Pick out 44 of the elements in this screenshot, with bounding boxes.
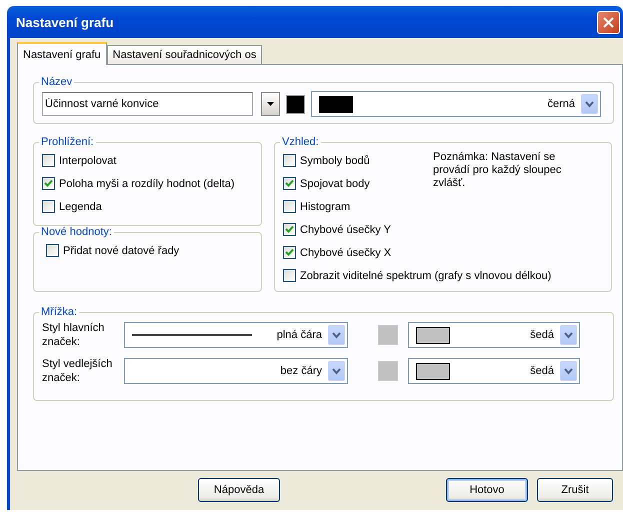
dropdown-icon[interactable]: [261, 92, 280, 116]
checkbox-label: Spojovat body: [300, 178, 370, 190]
checkbox[interactable]: [283, 177, 296, 190]
group-title: Prohlížení:: [40, 136, 95, 148]
group-title: Nové hodnoty:: [40, 226, 113, 238]
checkbox[interactable]: [283, 246, 296, 259]
color-button[interactable]: [286, 94, 305, 114]
checkbox[interactable]: [42, 200, 55, 213]
checkbox[interactable]: [42, 177, 55, 190]
checkbox[interactable]: [42, 154, 55, 167]
checkbox-label: Chybové úsečky Y: [300, 224, 391, 236]
line-style-dropdown[interactable]: plná čára: [124, 322, 348, 348]
checkbox[interactable]: [283, 200, 296, 213]
note-text: Poznámka: Nastavení se provádí pro každý sloupec zvlášť.: [433, 151, 562, 191]
color-button[interactable]: [378, 325, 398, 345]
checkbox-label: Poloha myši a rozdíly hodnot (delta): [59, 178, 234, 190]
tab[interactable]: Nastavení grafu: [17, 42, 107, 65]
checkbox-label: Zobrazit viditelné spektrum (grafy s vlnovou délkou): [300, 270, 552, 282]
group-title: Mřížka:: [40, 306, 78, 318]
color-dropdown[interactable]: šedá: [408, 322, 580, 348]
checkbox[interactable]: [46, 244, 59, 257]
color-button[interactable]: [378, 361, 398, 381]
row-label: Styl vedlejších značek:: [42, 357, 114, 385]
dialog-button[interactable]: Zrušit: [537, 478, 613, 502]
row-label: Styl hlavních značek:: [42, 321, 106, 349]
checkbox-label: Symboly bodů: [300, 154, 370, 166]
checkbox[interactable]: [283, 269, 296, 282]
group-title: Název: [40, 76, 74, 88]
group-title: Vzhled:: [281, 136, 320, 148]
checkbox-label: Interpolovat: [59, 154, 116, 166]
checkbox-label: Přidat nové datové řady: [63, 244, 180, 256]
checkbox-label: Chybové úsečky X: [300, 246, 392, 258]
color-dropdown[interactable]: černá: [311, 91, 601, 117]
dialog-button[interactable]: Nápověda: [198, 478, 280, 502]
checkbox[interactable]: [283, 154, 296, 167]
line-style-dropdown[interactable]: bez čáry: [124, 358, 348, 384]
color-dropdown[interactable]: šedá: [408, 358, 580, 384]
window-title: Nastavení grafu: [16, 14, 115, 30]
close-icon[interactable]: [597, 10, 620, 34]
dialog-button[interactable]: Hotovo: [446, 478, 528, 502]
tab[interactable]: Nastavení souřadnicových os: [106, 45, 262, 64]
checkbox-label: Histogram: [300, 200, 350, 212]
checkbox-label: Legenda: [59, 200, 102, 212]
checkbox[interactable]: [283, 223, 296, 236]
